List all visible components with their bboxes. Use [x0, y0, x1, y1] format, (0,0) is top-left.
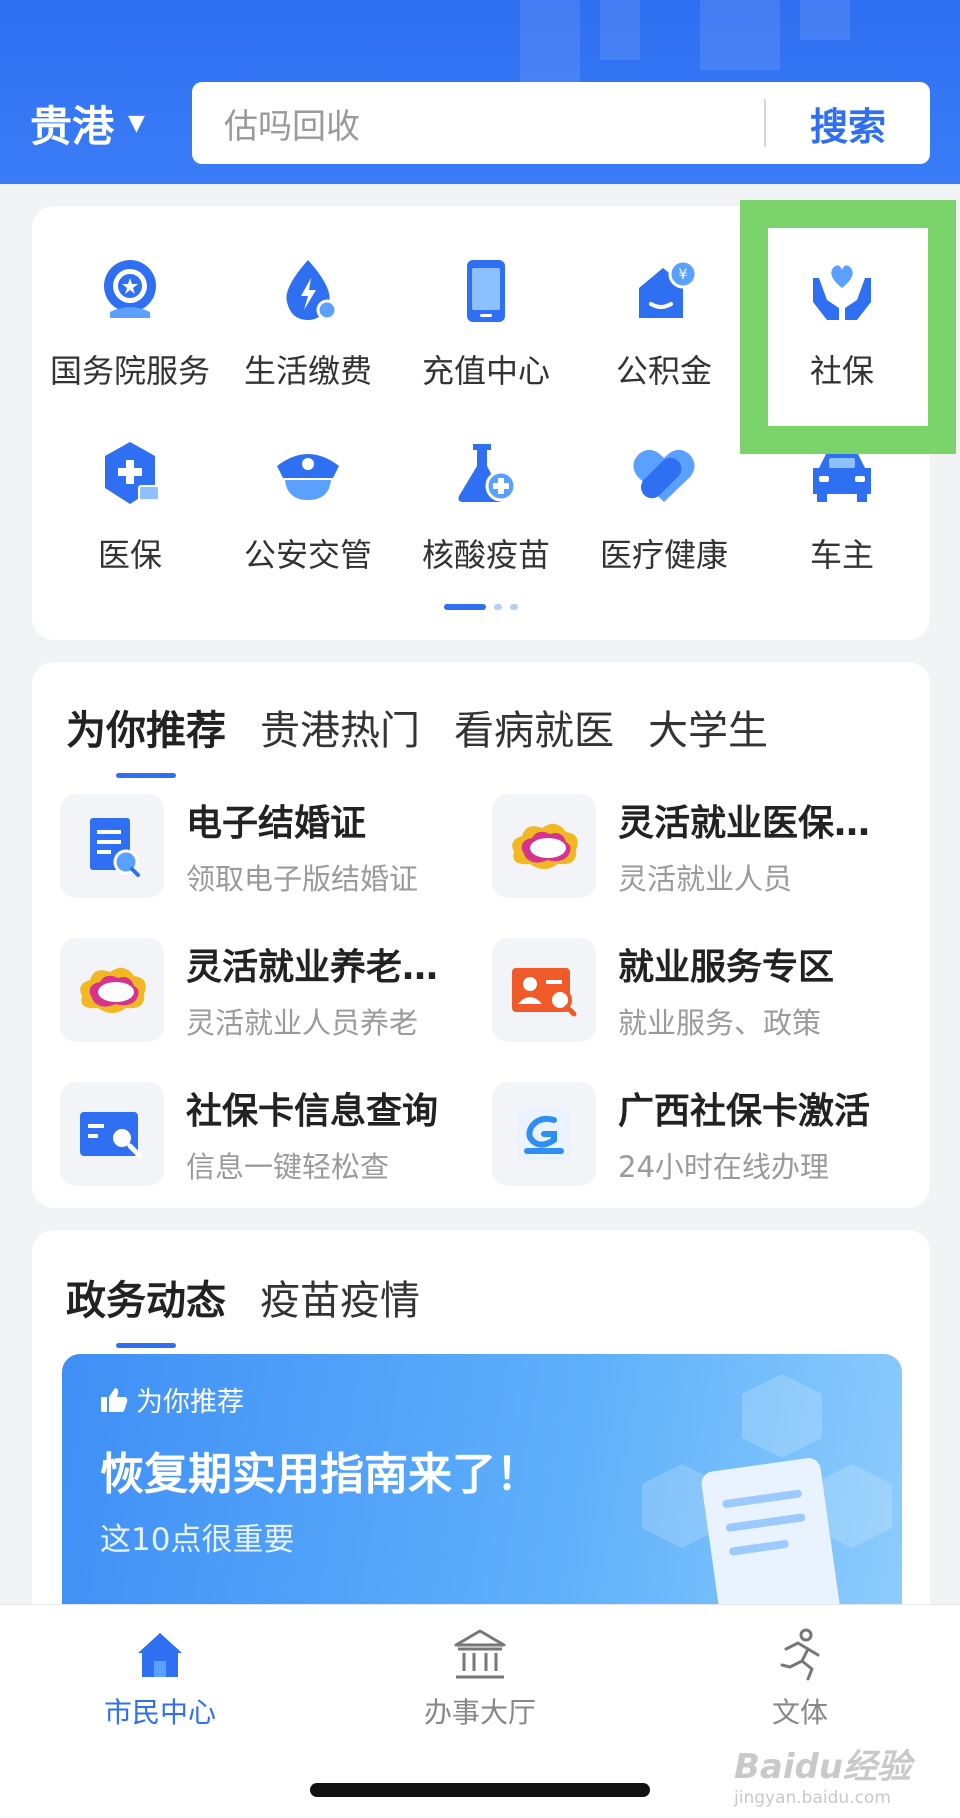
banner-tag: 为你推荐: [100, 1380, 244, 1419]
watermark-url: jingyan.baidu.com: [734, 1788, 891, 1808]
svg-text:¥: ¥: [679, 267, 688, 283]
list-item-title: 就业服务专区: [618, 947, 835, 988]
housing-fund-icon: ¥: [639, 259, 698, 318]
tab-guigang-popular[interactable]: 贵港热门: [260, 698, 420, 756]
page-indicator: [32, 604, 930, 610]
page-dot: [510, 604, 518, 610]
service-nucleic-vaccine[interactable]: 核酸疫苗: [397, 438, 575, 576]
search-button[interactable]: 搜索: [766, 96, 930, 151]
baidu-watermark: Baidu经验 jingyan.baidu.com: [734, 1739, 911, 1808]
recommend-tabs: 为你推荐 贵港热门 看病就医 大学生: [66, 698, 768, 756]
list-item[interactable]: 灵活就业养老… 灵活就业人员养老: [60, 938, 480, 1042]
phone-recharge-icon: [467, 260, 505, 322]
service-housing-fund[interactable]: ¥ 公积金: [575, 254, 753, 392]
tab-government-news[interactable]: 政务动态: [66, 1268, 226, 1326]
news-card: 政务动态 疫苗疫情 为你推荐 恢复期实用指南来了！ 这10点很重要: [32, 1230, 930, 1654]
nav-government-hall[interactable]: 办事大厅: [380, 1627, 580, 1731]
service-label: 公积金: [615, 352, 712, 390]
nav-citizen-center[interactable]: 市民中心: [60, 1627, 260, 1731]
header-bar: 贵港 ▼ 估吗回收 搜索: [0, 0, 960, 184]
list-item-title: 社保卡信息查询: [186, 1091, 439, 1132]
list-item-subtitle: 领取电子版结婚证: [186, 862, 419, 896]
service-utility-bill[interactable]: 生活缴费: [219, 254, 397, 392]
service-label: 充值中心: [421, 352, 550, 390]
header-decoration: [800, 0, 850, 40]
nav-culture-sports[interactable]: 文体: [700, 1627, 900, 1731]
header-decoration: [600, 0, 640, 60]
recommend-card: 为你推荐 贵港热门 看病就医 大学生 电子结婚证 领取电子版结婚证 灵活就业医保…: [32, 662, 930, 1208]
service-label: 生活缴费: [243, 352, 372, 390]
city-name: 贵港: [30, 101, 115, 151]
medical-health-icon: [633, 449, 695, 502]
marriage-certificate-icon: [60, 794, 164, 898]
highlight-frame: [740, 200, 956, 454]
search-bar[interactable]: 估吗回收 搜索: [192, 82, 930, 164]
service-label: 车主: [809, 536, 874, 574]
police-traffic-icon: [277, 454, 339, 500]
cloud-logo-icon: [492, 794, 596, 898]
list-item[interactable]: 电子结婚证 领取电子版结婚证: [60, 794, 480, 898]
card-search-icon: [60, 1082, 164, 1186]
header-decoration: [520, 0, 580, 90]
utility-bill-icon: [286, 260, 338, 321]
list-item-subtitle: 信息一键轻松查: [186, 1150, 390, 1184]
list-item-subtitle: 灵活就业人员养老: [186, 1006, 419, 1040]
banner-headline: 恢复期实用指南来了！: [100, 1449, 540, 1500]
service-label: 核酸疫苗: [421, 536, 550, 574]
caret-down-icon: ▼: [128, 110, 145, 136]
government-hall-icon: [454, 1629, 506, 1679]
banner-tag-label: 为你推荐: [136, 1387, 244, 1418]
service-phone-recharge[interactable]: 充值中心: [397, 254, 575, 392]
home-icon: [138, 1633, 182, 1677]
service-label: 医疗健康: [599, 536, 728, 574]
service-label: 公安交管: [243, 536, 372, 574]
list-item-subtitle: 24小时在线办理: [618, 1150, 829, 1184]
tab-college-student[interactable]: 大学生: [648, 698, 768, 756]
cloud-logo-icon: [60, 938, 164, 1042]
nav-label: 办事大厅: [423, 1696, 536, 1729]
search-input[interactable]: 估吗回收: [224, 99, 764, 148]
service-label: 医保: [97, 536, 162, 574]
bottom-nav: 市民中心 办事大厅 文体 Baidu经验 jingyan.baidu.com: [0, 1604, 960, 1818]
list-item-title: 广西社保卡激活: [618, 1091, 871, 1132]
service-label: 国务院服务: [49, 352, 210, 390]
tab-recommend-for-you[interactable]: 为你推荐: [66, 698, 226, 756]
list-item-title: 电子结婚证: [186, 803, 367, 844]
tab-vaccine-epidemic[interactable]: 疫苗疫情: [260, 1268, 420, 1326]
home-indicator[interactable]: [310, 1783, 650, 1797]
guangxi-social-card-icon: [492, 1082, 596, 1186]
list-item[interactable]: 灵活就业医保… 灵活就业人员: [492, 794, 912, 898]
page-dot: [494, 604, 502, 610]
list-item-title: 灵活就业养老…: [186, 947, 439, 988]
service-car-owner[interactable]: 车主: [753, 438, 931, 576]
header-decoration: [700, 0, 780, 70]
state-council-icon: [104, 260, 156, 318]
medical-insurance-icon: [105, 442, 160, 504]
nucleic-vaccine-icon: [458, 444, 517, 502]
service-state-council[interactable]: 国务院服务: [41, 254, 219, 392]
employment-card-icon: [492, 938, 596, 1042]
tab-medical-visit[interactable]: 看病就医: [454, 698, 614, 756]
list-item-subtitle: 灵活就业人员: [618, 862, 793, 896]
service-police-traffic[interactable]: 公安交管: [219, 438, 397, 576]
list-item-title: 灵活就业医保…: [618, 803, 871, 844]
page-dot: [444, 604, 486, 610]
nav-label: 市民中心: [103, 1696, 216, 1729]
banner-subtitle: 这10点很重要: [100, 1522, 295, 1558]
list-item[interactable]: 就业服务专区 就业服务、政策: [492, 938, 912, 1042]
running-person-icon: [780, 1628, 820, 1681]
list-item-subtitle: 就业服务、政策: [618, 1006, 822, 1040]
news-tabs: 政务动态 疫苗疫情: [66, 1268, 420, 1326]
city-selector[interactable]: 贵港 ▼: [30, 96, 145, 151]
watermark-text: Baidu经验: [734, 1747, 912, 1787]
thumbs-up-icon: [101, 1387, 128, 1412]
list-item[interactable]: 广西社保卡激活 24小时在线办理: [492, 1082, 912, 1186]
list-item[interactable]: 社保卡信息查询 信息一键轻松查: [60, 1082, 480, 1186]
service-medical-health[interactable]: 医疗健康: [575, 438, 753, 576]
nav-label: 文体: [771, 1696, 828, 1729]
service-medical-insurance[interactable]: 医保: [41, 438, 219, 576]
